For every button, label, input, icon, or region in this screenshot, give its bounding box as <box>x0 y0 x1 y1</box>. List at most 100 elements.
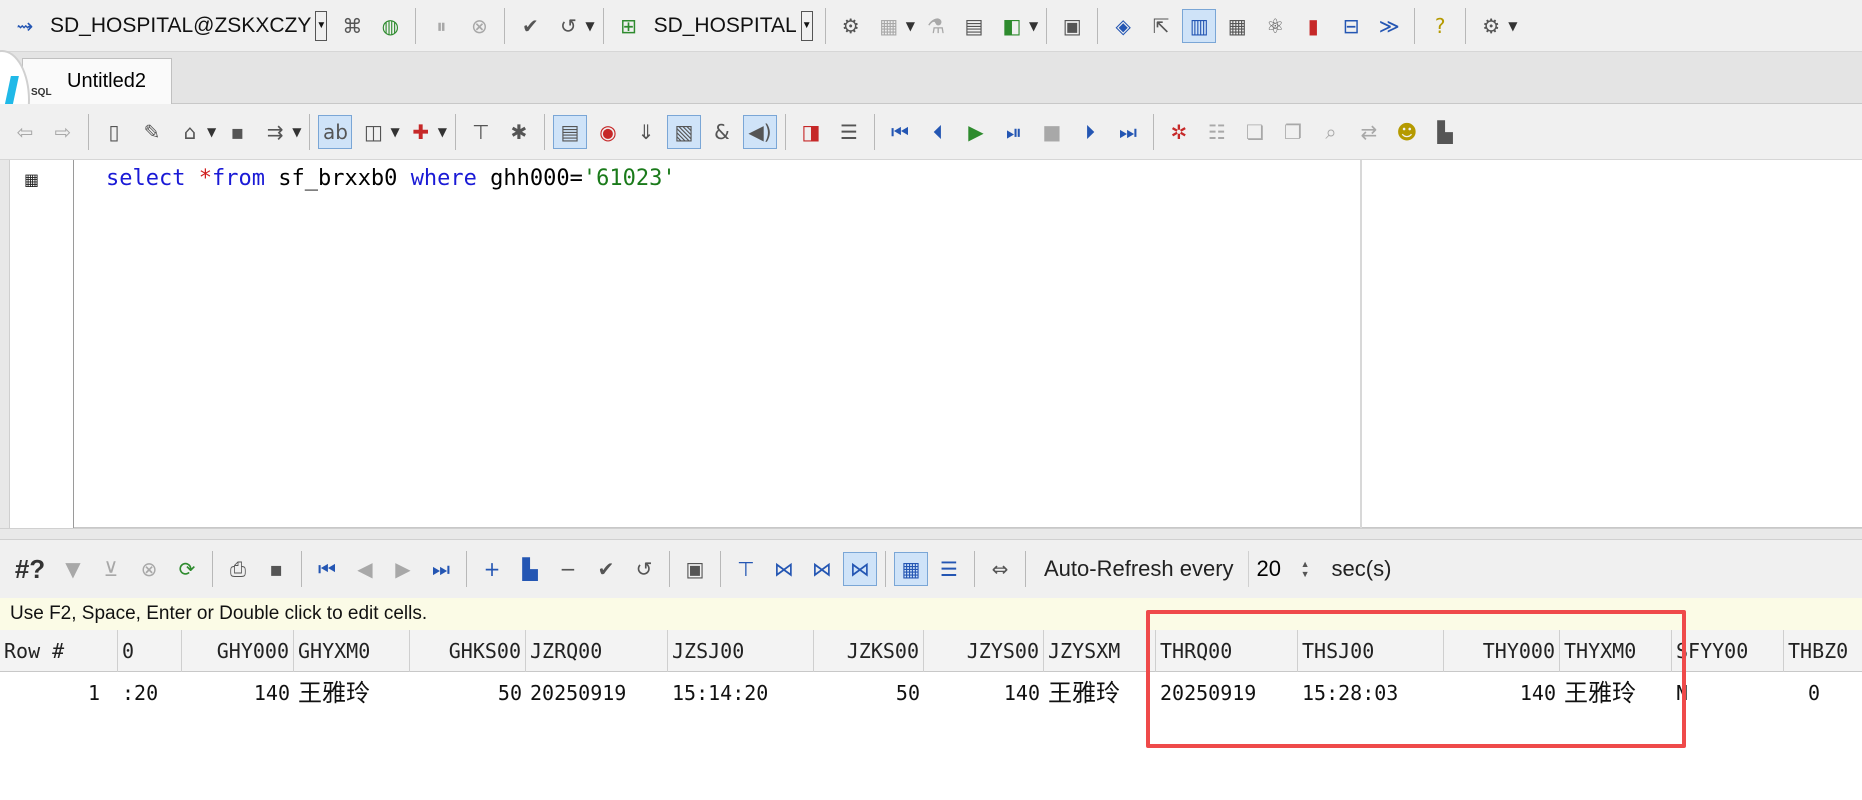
spinner-arrows-icon[interactable]: ▲ ▼ <box>1301 559 1310 579</box>
column-header[interactable]: SFYY00 <box>1672 630 1784 672</box>
last-record-icon[interactable]: ⏭ <box>424 552 458 586</box>
column-header[interactable]: THSJ00 <box>1298 630 1444 672</box>
fit-columns-icon[interactable]: ⇔ <box>983 552 1017 586</box>
database-selector[interactable]: SD_HOSPITAL ▼ <box>650 8 817 44</box>
column-header[interactable]: GHKS00 <box>410 630 526 672</box>
globe-icon[interactable]: ◍ <box>373 9 407 43</box>
filter-icon[interactable]: ⊤ <box>464 115 498 149</box>
grid-layout-icon[interactable]: ▦ <box>894 552 928 586</box>
data-cell[interactable]: 王雅玲 <box>1044 672 1156 714</box>
column-header[interactable]: 0 <box>118 630 182 672</box>
sql-tools-icon[interactable]: ⚗ <box>919 9 953 43</box>
column-header[interactable]: GHY000 <box>182 630 294 672</box>
replace-icon[interactable]: ⇄ <box>1352 115 1386 149</box>
first-step-icon[interactable]: ⏮ <box>883 115 917 149</box>
network-icon[interactable]: ◈ <box>1106 9 1140 43</box>
step-forward-icon[interactable]: ⏵ <box>1073 115 1107 149</box>
chevron-down-icon[interactable]: ▼ <box>1508 19 1517 33</box>
align-icon[interactable]: ☰ <box>832 115 866 149</box>
data-cell[interactable]: 王雅玲 <box>1560 672 1672 714</box>
clear-filter-icon[interactable]: ✱ <box>502 115 536 149</box>
connect-icon[interactable]: ⇝ <box>8 9 42 43</box>
results-grid[interactable]: Row # 0 GHY000 GHYXM0 GHKS00 JZRQ00 JZSJ… <box>0 630 1862 800</box>
paste-icon[interactable]: ❐ <box>1276 115 1310 149</box>
forward-arrow-icon[interactable]: ⇨ <box>46 115 80 149</box>
new-file-icon[interactable]: ▯ <box>97 115 131 149</box>
single-record-icon[interactable]: ▣ <box>678 552 712 586</box>
editor-results-splitter[interactable] <box>0 528 1862 540</box>
data-cell[interactable]: N <box>1672 672 1784 714</box>
table-icon[interactable]: ▦ <box>872 9 906 43</box>
chevron-down-icon[interactable]: ▼ <box>390 125 399 139</box>
step-back-icon[interactable]: ⏴ <box>921 115 955 149</box>
data-cell[interactable]: 20250919 <box>1156 672 1298 714</box>
save-icon[interactable]: ▪ <box>259 552 293 586</box>
column-header[interactable]: JZYS00 <box>924 630 1044 672</box>
prior-record-icon[interactable]: ◀ <box>348 552 382 586</box>
refresh-interval-spinner[interactable]: 20 ▲ ▼ <box>1247 551 1318 587</box>
explain-icon[interactable]: ⚙ <box>834 9 868 43</box>
sql-editor[interactable]: ▦ select *from sf_brxxb0 where ghh000='6… <box>0 160 1862 528</box>
format-icon[interactable]: ✚ <box>404 115 438 149</box>
data-cell[interactable]: 50 <box>814 672 924 714</box>
column-header[interactable]: JZRQ00 <box>526 630 668 672</box>
describe-icon[interactable]: ▤ <box>552 114 587 149</box>
column-header[interactable]: THRQ00 <box>1156 630 1298 672</box>
object-browser-icon[interactable]: ◧ <box>995 9 1029 43</box>
grid-view-icon[interactable]: ▤ <box>957 9 991 43</box>
post-edit-icon[interactable]: ✔ <box>589 552 623 586</box>
edit-record-icon[interactable]: ▙ <box>513 552 547 586</box>
data-cell[interactable]: 15:14:20 <box>668 672 814 714</box>
help-icon[interactable]: ? <box>1423 9 1457 43</box>
find-icon[interactable]: ⌕ <box>1314 115 1348 149</box>
def-icon[interactable]: ⊤ <box>729 552 763 586</box>
pause-icon[interactable]: ⏸ <box>424 9 458 43</box>
data-cell[interactable]: 0 <box>1784 672 1824 714</box>
last-step-icon[interactable]: ⏭ <box>1111 115 1145 149</box>
run-script-icon[interactable]: ≫ <box>1372 9 1406 43</box>
table-row[interactable]: 1 :20 140 王雅玲 50 20250919 15:14:20 50 14… <box>0 672 1862 714</box>
import-icon[interactable]: ⇓ <box>629 115 663 149</box>
column-header[interactable]: JZKS00 <box>814 630 924 672</box>
chevron-down-icon[interactable]: ▼ <box>800 10 813 41</box>
first-record-icon[interactable]: ⏮ <box>310 552 344 586</box>
settings-icon[interactable]: ⚙ <box>1474 9 1508 43</box>
case-toggle-icon[interactable]: ab <box>318 114 353 149</box>
document-icon[interactable]: ▧ <box>666 114 701 149</box>
diagram-icon[interactable]: ⊟ <box>1334 9 1368 43</box>
stop-icon[interactable]: ⊗ <box>462 9 496 43</box>
data-cell[interactable]: :20 <box>118 672 182 714</box>
refresh-icon[interactable]: ⟳ <box>170 552 204 586</box>
column-header-row-num[interactable]: Row # <box>0 630 118 672</box>
add-record-icon[interactable]: + <box>475 552 509 586</box>
sql-statement[interactable]: select *from sf_brxxb0 where ghh000='610… <box>106 166 676 191</box>
run-pause-icon[interactable]: ⏯ <box>997 115 1031 149</box>
filter-icon[interactable]: ▼ <box>56 552 90 586</box>
clear-filter-icon[interactable]: ⊻ <box>94 552 128 586</box>
session-selector[interactable]: SD_HOSPITAL@ZSKXCZY ▼ <box>46 8 331 44</box>
code-icon[interactable]: ▙ <box>1428 115 1462 149</box>
debug-icon[interactable]: ✲ <box>1162 115 1196 149</box>
sql-icon[interactable]: ⚛ <box>1258 9 1292 43</box>
column-header[interactable]: THY000 <box>1444 630 1560 672</box>
open-folder-icon[interactable]: ⌂ <box>173 115 207 149</box>
print-icon[interactable]: ⎙ <box>221 552 255 586</box>
chevron-down-icon[interactable]: ▼ <box>207 125 216 139</box>
column-header[interactable]: THBZ0 <box>1784 630 1862 672</box>
data-cell[interactable]: 50 <box>410 672 526 714</box>
sql-monitor-icon[interactable]: ⌘ <box>335 9 369 43</box>
split-view-icon[interactable]: ◫ <box>356 115 390 149</box>
cancel-edit-icon[interactable]: ↺ <box>627 552 661 586</box>
data-cell[interactable]: 20250919 <box>526 672 668 714</box>
data-cell[interactable]: 15:28:03 <box>1298 672 1444 714</box>
next-record-icon[interactable]: ▶ <box>386 552 420 586</box>
window-icon[interactable]: ▣ <box>1055 9 1089 43</box>
history-icon[interactable]: ◨ <box>794 115 828 149</box>
copy-icon[interactable]: ❏ <box>1238 115 1272 149</box>
report-icon[interactable]: ▮ <box>1296 9 1330 43</box>
row-number-cell[interactable]: 1 <box>0 672 104 714</box>
results-grid-icon[interactable]: ▦ <box>24 170 44 190</box>
data-cell[interactable]: 140 <box>182 672 294 714</box>
export-icon[interactable]: ⇱ <box>1144 9 1178 43</box>
save-as-icon[interactable]: ⇉ <box>258 115 292 149</box>
